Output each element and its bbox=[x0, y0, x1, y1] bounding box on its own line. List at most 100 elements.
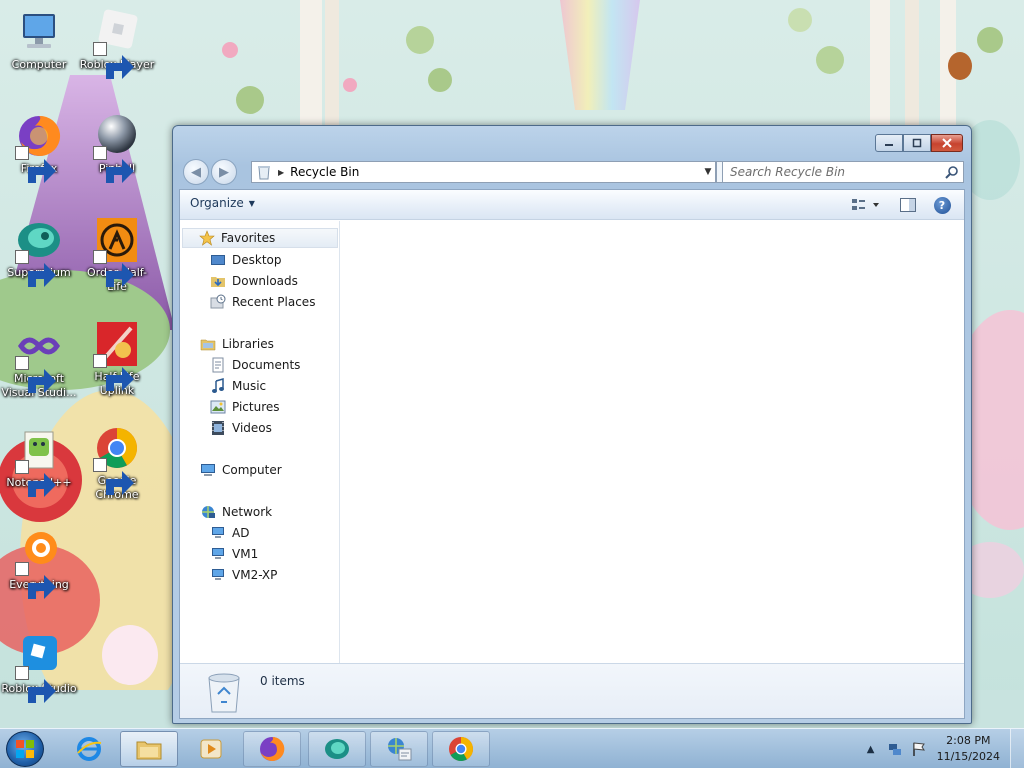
shortcut-arrow-icon bbox=[15, 460, 56, 497]
half-life-uplink-icon bbox=[93, 320, 141, 391]
back-button[interactable]: ◀ bbox=[183, 159, 209, 185]
navigation-pane: Favorites Desktop Downloads Recent Place… bbox=[180, 221, 340, 663]
nav-item-recent-places[interactable]: Recent Places bbox=[210, 292, 315, 312]
taskbar-chrome[interactable] bbox=[432, 731, 490, 767]
desktop-icon-half-life-uplink[interactable]: Half-Life Uplink bbox=[78, 320, 156, 398]
nav-item-label: Videos bbox=[232, 421, 272, 435]
preview-pane-button[interactable] bbox=[898, 195, 918, 215]
organize-menu-button[interactable]: Organize ▼ bbox=[190, 196, 255, 210]
forward-button[interactable]: ▶ bbox=[211, 159, 237, 185]
shortcut-arrow-icon bbox=[15, 666, 56, 703]
close-button[interactable] bbox=[931, 134, 963, 152]
network-computer-icon bbox=[212, 527, 224, 538]
nav-item-label: Downloads bbox=[232, 274, 298, 288]
desktop-icon-computer[interactable]: Computer bbox=[0, 8, 78, 72]
address-history-dropdown-icon[interactable]: ▼ bbox=[701, 167, 715, 177]
pinball-icon bbox=[93, 112, 141, 183]
shortcut-arrow-icon bbox=[93, 146, 134, 183]
nav-item-label: Recent Places bbox=[232, 295, 316, 309]
nav-item-desktop[interactable]: Desktop bbox=[210, 250, 282, 270]
search-icon[interactable] bbox=[941, 165, 963, 179]
nav-item-music[interactable]: Music bbox=[210, 376, 266, 396]
search-input[interactable] bbox=[723, 165, 941, 179]
action-center-flag-icon[interactable] bbox=[910, 740, 928, 758]
desktop-icon-pinball[interactable]: Pinball bbox=[78, 112, 156, 183]
nav-item-label: AD bbox=[232, 526, 250, 540]
roblox-player-icon bbox=[93, 8, 141, 79]
maximize-button[interactable] bbox=[903, 134, 931, 152]
desktop-icon-visual-studio[interactable]: Microsoft Visual Studi... bbox=[0, 322, 78, 400]
windows-logo-icon bbox=[16, 740, 34, 758]
nav-network-label: Network bbox=[222, 505, 273, 519]
taskbar-supermium[interactable] bbox=[308, 731, 366, 767]
nav-network[interactable]: Network bbox=[200, 502, 272, 522]
nav-item-vm2-xp[interactable]: VM2-XP bbox=[210, 565, 277, 585]
pictures-icon bbox=[210, 400, 226, 414]
taskbar-internet-explorer[interactable] bbox=[60, 731, 118, 767]
desktop-icon-roblox-studio[interactable]: Roblox Studio bbox=[0, 632, 78, 703]
nav-item-label: Documents bbox=[232, 358, 301, 372]
show-desktop-button[interactable] bbox=[1010, 729, 1024, 768]
file-list-area[interactable] bbox=[341, 221, 964, 663]
shortcut-arrow-icon bbox=[15, 146, 56, 183]
organize-label: Organize bbox=[190, 196, 244, 210]
desktop-icon-roblox-player[interactable]: Roblox Player bbox=[78, 8, 156, 79]
desktop-icon-firefox[interactable]: Firefox bbox=[0, 112, 78, 183]
minimize-button[interactable] bbox=[875, 134, 903, 152]
nav-item-label: Desktop bbox=[232, 253, 282, 267]
nav-item-label: Music bbox=[232, 379, 267, 393]
shortcut-arrow-icon bbox=[15, 562, 56, 599]
desktop-icon-chrome[interactable]: Google Chrome bbox=[78, 424, 156, 502]
preview-pane-icon bbox=[900, 198, 916, 212]
desktop-icon-supermium[interactable]: Supermium bbox=[0, 216, 78, 287]
nav-item-ad[interactable]: AD bbox=[210, 523, 249, 543]
change-view-button[interactable] bbox=[848, 195, 884, 215]
minimize-icon bbox=[885, 144, 893, 146]
desktop-icon-half-life[interactable]: Order Half-Life bbox=[78, 216, 156, 294]
visual-studio-icon bbox=[15, 322, 63, 393]
nav-item-downloads[interactable]: Downloads bbox=[210, 271, 298, 291]
desktop-icon bbox=[211, 255, 225, 265]
chrome-icon bbox=[93, 424, 141, 495]
network-tool-icon bbox=[388, 738, 412, 761]
explorer-content: Organize ▼ ? Favorites Desktop Downloads… bbox=[179, 189, 965, 719]
search-box[interactable] bbox=[722, 161, 964, 183]
address-bar[interactable]: ▶ Recycle Bin ▼ bbox=[251, 161, 716, 183]
roblox-studio-icon bbox=[15, 632, 63, 703]
address-path[interactable]: Recycle Bin bbox=[290, 165, 701, 179]
nav-item-pictures[interactable]: Pictures bbox=[210, 397, 280, 417]
taskbar-windows-explorer[interactable] bbox=[120, 731, 178, 767]
desktop-icon-notepadpp[interactable]: Notepad++ bbox=[0, 426, 78, 497]
nav-item-videos[interactable]: Videos bbox=[210, 418, 272, 438]
nav-item-vm1[interactable]: VM1 bbox=[210, 544, 258, 564]
caption-buttons bbox=[875, 134, 963, 152]
desktop-icon-label: Computer bbox=[11, 58, 67, 71]
nav-libraries[interactable]: Libraries bbox=[200, 334, 274, 354]
recycle-bin-window[interactable]: ◀ ▶ ▶ Recycle Bin ▼ Organize ▼ bbox=[172, 125, 972, 724]
nav-favorites[interactable]: Favorites bbox=[182, 228, 338, 248]
media-player-icon bbox=[200, 739, 222, 759]
navigation-bar: ◀ ▶ ▶ Recycle Bin ▼ bbox=[181, 159, 965, 185]
folder-icon bbox=[136, 741, 162, 760]
details-pane: 0 items bbox=[180, 663, 964, 718]
help-button[interactable]: ? bbox=[932, 195, 952, 215]
taskbar-network-tool[interactable] bbox=[370, 731, 428, 767]
network-status-icon[interactable] bbox=[886, 740, 904, 758]
desktop-icon-everything[interactable]: Everything bbox=[0, 528, 78, 599]
back-arrow-icon: ◀ bbox=[191, 164, 201, 180]
nav-item-documents[interactable]: Documents bbox=[210, 355, 300, 375]
start-button[interactable] bbox=[6, 731, 44, 767]
clock[interactable]: 2:08 PM 11/15/2024 bbox=[937, 733, 1000, 765]
star-icon bbox=[199, 230, 215, 246]
nav-item-label: VM2-XP bbox=[232, 568, 278, 582]
supermium-icon bbox=[325, 739, 349, 759]
breadcrumb-separator-icon[interactable]: ▶ bbox=[278, 168, 284, 177]
taskbar-firefox[interactable] bbox=[243, 731, 301, 767]
documents-icon bbox=[212, 357, 224, 373]
nav-computer[interactable]: Computer bbox=[200, 460, 282, 480]
show-hidden-icons-button[interactable]: ▲ bbox=[862, 740, 880, 758]
firefox-icon bbox=[15, 112, 63, 183]
forward-arrow-icon: ▶ bbox=[219, 164, 229, 180]
taskbar-media-player[interactable] bbox=[182, 731, 240, 767]
computer-icon bbox=[15, 8, 63, 56]
